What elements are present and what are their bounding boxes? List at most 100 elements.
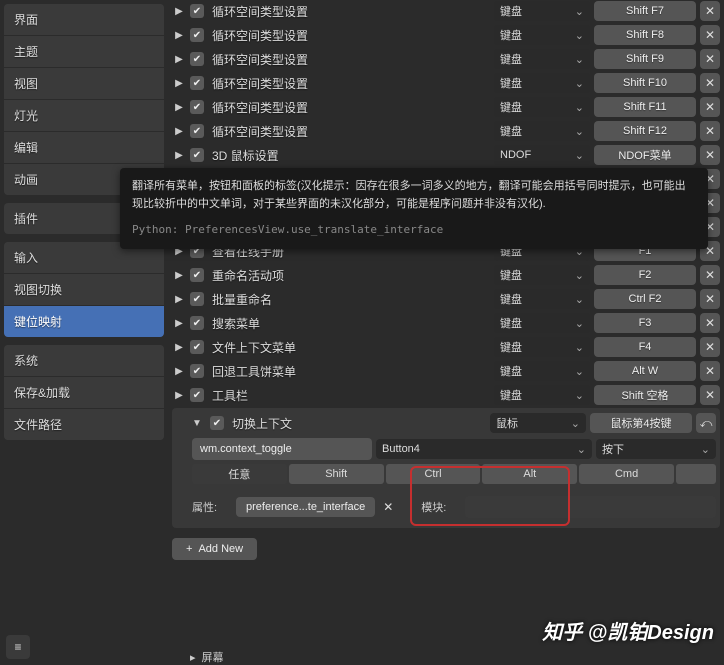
checkbox[interactable]: ✔ <box>190 124 204 138</box>
key-binding[interactable]: Shift F10 <box>594 73 696 93</box>
key-binding[interactable]: Shift 空格 <box>594 385 696 405</box>
add-new-button[interactable]: + Add New <box>172 538 257 560</box>
key-binding[interactable]: F3 <box>594 313 696 333</box>
checkbox[interactable]: ✔ <box>190 4 204 18</box>
checkbox[interactable]: ✔ <box>190 364 204 378</box>
sidebar-item[interactable]: 主题 <box>4 36 164 68</box>
remove-icon[interactable]: ✕ <box>700 97 720 117</box>
expand-arrow[interactable]: ▶ <box>172 54 186 65</box>
expand-arrow[interactable]: ▶ <box>172 366 186 377</box>
checkbox[interactable]: ✔ <box>190 340 204 354</box>
type-dropdown[interactable]: 键盘 <box>494 289 590 309</box>
key-binding[interactable]: F2 <box>594 265 696 285</box>
sidebar-item[interactable]: 键位映射 <box>4 306 164 337</box>
footer-item[interactable]: ▸ 屏幕 <box>190 649 224 665</box>
remove-icon[interactable]: ✕ <box>700 1 720 21</box>
key-binding[interactable]: Shift F12 <box>594 121 696 141</box>
row-label: 循环空间类型设置 <box>208 51 490 68</box>
module-field[interactable] <box>465 496 716 518</box>
type-dropdown[interactable]: 键盘 <box>494 121 590 141</box>
type-dropdown[interactable]: 键盘 <box>494 337 590 357</box>
checkbox[interactable]: ✔ <box>190 388 204 402</box>
checkbox[interactable]: ✔ <box>190 52 204 66</box>
modifier-button[interactable]: Cmd <box>579 464 674 484</box>
key-binding[interactable]: F4 <box>594 337 696 357</box>
modifier-button[interactable]: Shift <box>289 464 384 484</box>
key-binding[interactable]: Ctrl F2 <box>594 289 696 309</box>
row-label: 切换上下文 <box>228 415 486 432</box>
checkbox[interactable]: ✔ <box>190 100 204 114</box>
type-dropdown[interactable]: 键盘 <box>494 361 590 381</box>
remove-property-icon[interactable]: ✕ <box>379 498 397 516</box>
key-binding[interactable]: Shift F11 <box>594 97 696 117</box>
modifier-extra[interactable] <box>676 464 716 484</box>
type-dropdown[interactable]: 键盘 <box>494 385 590 405</box>
expand-arrow[interactable]: ▶ <box>172 294 186 305</box>
property-value[interactable]: preference...te_interface <box>236 497 375 517</box>
expand-arrow[interactable]: ▶ <box>172 270 186 281</box>
type-dropdown[interactable]: NDOF <box>494 145 590 165</box>
expand-arrow[interactable]: ▶ <box>172 342 186 353</box>
operator-field[interactable]: wm.context_toggle <box>192 438 372 460</box>
expand-arrow[interactable]: ▶ <box>172 390 186 401</box>
remove-icon[interactable]: ✕ <box>700 289 720 309</box>
expand-arrow[interactable]: ▼ <box>192 418 206 429</box>
type-dropdown[interactable]: 键盘 <box>494 1 590 21</box>
plus-icon: + <box>186 543 192 555</box>
remove-icon[interactable]: ✕ <box>700 145 720 165</box>
type-dropdown[interactable]: 键盘 <box>494 73 590 93</box>
checkbox[interactable]: ✔ <box>190 76 204 90</box>
expand-arrow[interactable]: ▶ <box>172 30 186 41</box>
event-value-dropdown[interactable]: Button4 <box>376 439 592 459</box>
remove-icon[interactable]: ✕ <box>700 25 720 45</box>
hamburger-icon[interactable]: ≡ <box>6 635 30 659</box>
type-dropdown[interactable]: 键盘 <box>494 25 590 45</box>
key-binding[interactable]: Shift F8 <box>594 25 696 45</box>
type-dropdown[interactable]: 键盘 <box>494 49 590 69</box>
remove-icon[interactable]: ✕ <box>700 49 720 69</box>
key-binding[interactable]: NDOF菜单 <box>594 145 696 165</box>
remove-icon[interactable]: ✕ <box>700 121 720 141</box>
remove-icon[interactable]: ✕ <box>700 73 720 93</box>
remove-icon[interactable]: ✕ <box>700 337 720 357</box>
modifier-button[interactable]: Alt <box>482 464 577 484</box>
key-binding[interactable]: Shift F7 <box>594 1 696 21</box>
sidebar-item[interactable]: 编辑 <box>4 132 164 164</box>
sidebar-item[interactable]: 视图切换 <box>4 274 164 306</box>
expand-arrow[interactable]: ▶ <box>172 78 186 89</box>
row-label: 循环空间类型设置 <box>208 75 490 92</box>
sidebar-item[interactable]: 界面 <box>4 4 164 36</box>
type-dropdown[interactable]: 键盘 <box>494 97 590 117</box>
row-label: 文件上下文菜单 <box>208 339 490 356</box>
type-dropdown[interactable]: 键盘 <box>494 265 590 285</box>
sidebar-item[interactable]: 保存&加载 <box>4 377 164 409</box>
remove-icon[interactable]: ✕ <box>700 361 720 381</box>
checkbox[interactable]: ✔ <box>210 416 224 430</box>
expand-arrow[interactable]: ▶ <box>172 102 186 113</box>
sidebar-item[interactable]: 灯光 <box>4 100 164 132</box>
type-dropdown[interactable]: 键盘 <box>494 313 590 333</box>
event-type-dropdown[interactable]: 鼠标 <box>490 413 586 433</box>
expand-arrow[interactable]: ▶ <box>172 6 186 17</box>
sidebar-item[interactable]: 视图 <box>4 68 164 100</box>
checkbox[interactable]: ✔ <box>190 28 204 42</box>
modifier-button[interactable]: Ctrl <box>386 464 481 484</box>
expand-arrow[interactable]: ▶ <box>172 318 186 329</box>
key-binding[interactable]: Alt W <box>594 361 696 381</box>
checkbox[interactable]: ✔ <box>190 268 204 282</box>
remove-icon[interactable]: ✕ <box>700 313 720 333</box>
checkbox[interactable]: ✔ <box>190 148 204 162</box>
expand-arrow[interactable]: ▶ <box>172 126 186 137</box>
expand-arrow[interactable]: ▶ <box>172 150 186 161</box>
modifier-button[interactable]: 任意 <box>192 464 287 484</box>
checkbox[interactable]: ✔ <box>190 292 204 306</box>
checkbox[interactable]: ✔ <box>190 316 204 330</box>
remove-icon[interactable]: ✕ <box>700 385 720 405</box>
event-state-dropdown[interactable]: 按下 <box>596 439 716 459</box>
restore-icon[interactable]: ⤺ <box>696 413 716 433</box>
key-binding[interactable]: Shift F9 <box>594 49 696 69</box>
key-binding[interactable]: 鼠标第4按键 <box>590 413 692 433</box>
sidebar-item[interactable]: 文件路径 <box>4 409 164 440</box>
sidebar-item[interactable]: 系统 <box>4 345 164 377</box>
remove-icon[interactable]: ✕ <box>700 265 720 285</box>
